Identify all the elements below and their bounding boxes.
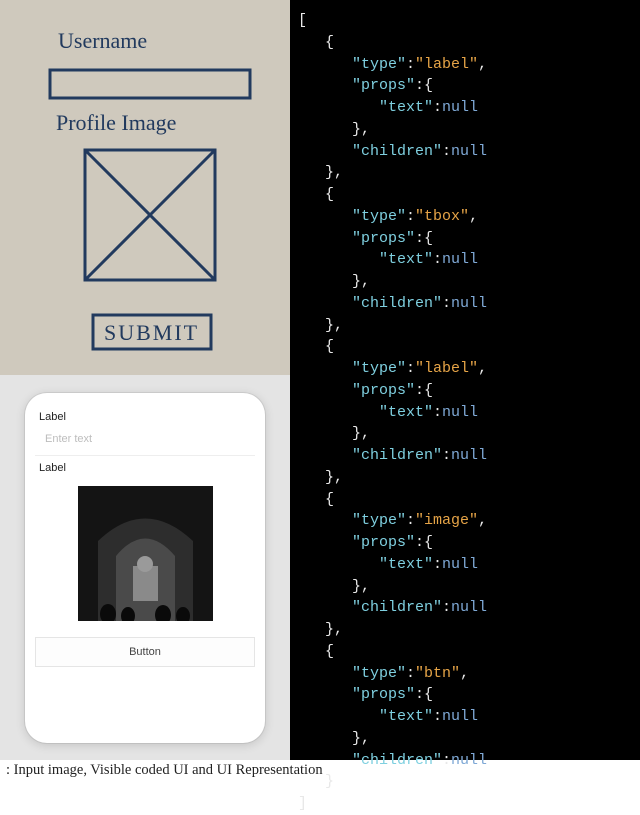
phone-label-2: Label — [35, 456, 255, 478]
phone-frame: Label Enter text Label — [25, 393, 265, 743]
phone-label-1: Label — [35, 405, 255, 427]
code-panel: [ { "type":"label", "props":{ "text":nul… — [290, 0, 640, 760]
sketch-panel: Username Profile Image SUBMIT — [0, 0, 290, 375]
sketch-username-label: Username — [58, 28, 147, 53]
sketch-profile-label: Profile Image — [56, 110, 176, 135]
phone-text-input[interactable]: Enter text — [35, 427, 255, 456]
phone-preview-panel: Label Enter text Label — [0, 375, 290, 760]
phone-button[interactable]: Button — [35, 637, 255, 667]
phone-image-placeholder — [78, 486, 213, 621]
sketch-submit-label: SUBMIT — [104, 320, 199, 345]
sketch-textbox — [50, 70, 250, 98]
